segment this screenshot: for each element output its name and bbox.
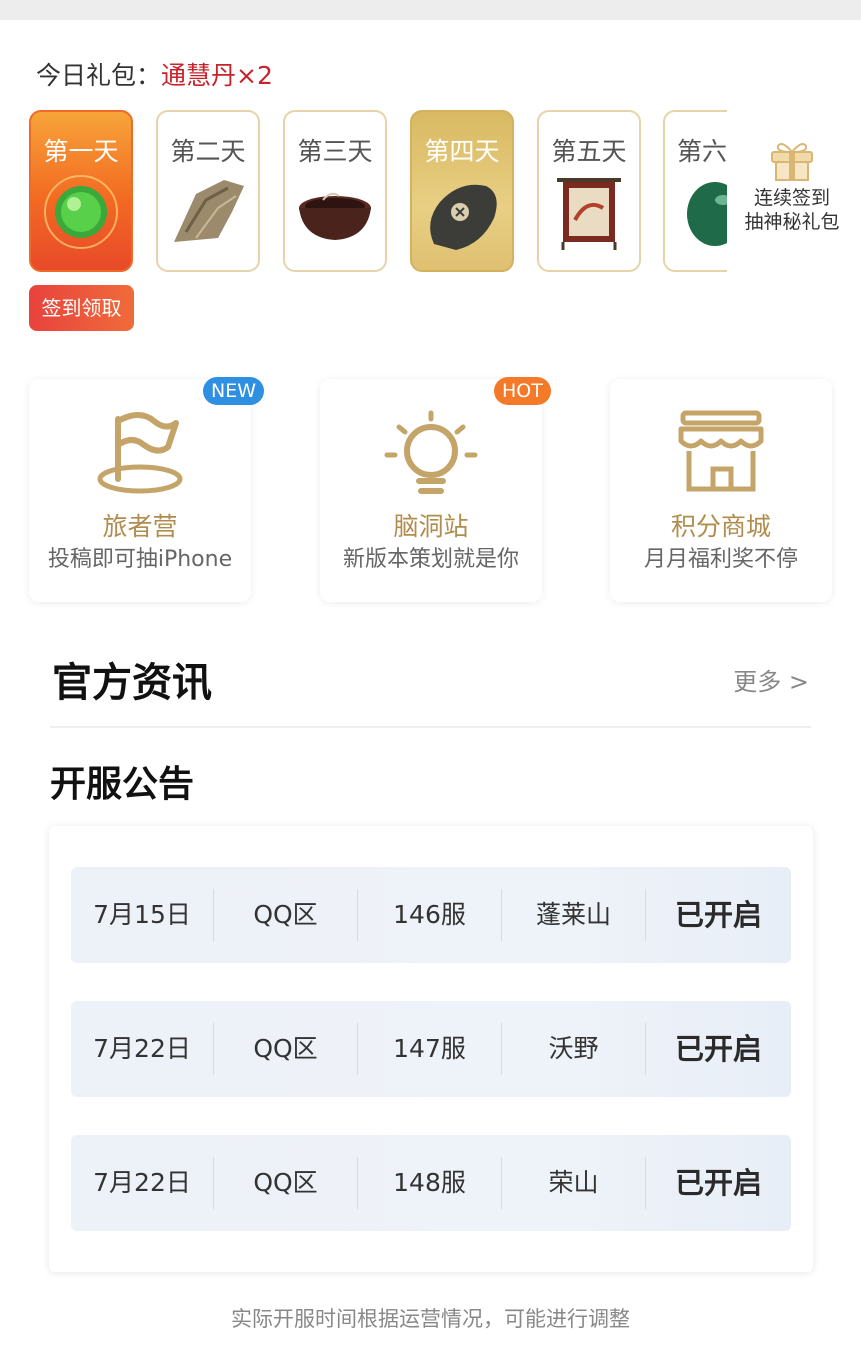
server-row[interactable]: 7月22日 QQ区 147服 沃野 已开启 bbox=[71, 1001, 791, 1097]
server-row[interactable]: 7月15日 QQ区 146服 蓬莱山 已开启 bbox=[71, 867, 791, 963]
server-zone: QQ区 bbox=[253, 1168, 318, 1197]
day-label: 第五天 bbox=[551, 137, 627, 166]
server-zone: QQ区 bbox=[253, 1034, 318, 1063]
hot-badge: HOT bbox=[494, 377, 551, 405]
server-date: 7月22日 bbox=[93, 1034, 191, 1063]
daily-gift-value: 通慧丹×2 bbox=[161, 61, 273, 90]
day-label: 第三天 bbox=[297, 137, 373, 166]
green-stone-icon bbox=[673, 172, 727, 256]
day-3-card[interactable]: 第三天 bbox=[283, 110, 387, 272]
banner-icon bbox=[547, 172, 631, 260]
lightbulb-icon bbox=[383, 407, 479, 501]
day-1-card[interactable]: 第一天 bbox=[29, 110, 133, 272]
feature-title: 积分商城 bbox=[670, 512, 771, 541]
day-5-card[interactable]: 第五天 bbox=[537, 110, 641, 272]
feature-card-points-mall[interactable]: 积分商城 月月福利奖不停 bbox=[610, 379, 832, 602]
jade-orb-icon bbox=[41, 172, 121, 256]
stone-token-icon bbox=[420, 172, 504, 260]
mystery-line-1: 连续签到 bbox=[753, 187, 830, 209]
day-label: 第一天 bbox=[43, 137, 119, 166]
divider bbox=[50, 726, 811, 728]
day-4-card[interactable]: 第四天 bbox=[410, 110, 514, 272]
sign-in-button[interactable]: 签到领取 bbox=[29, 285, 134, 331]
server-zone: QQ区 bbox=[253, 900, 318, 929]
server-name: 沃野 bbox=[548, 1034, 599, 1063]
server-time-footnote: 实际开服时间根据运营情况，可能进行调整 bbox=[231, 1307, 630, 1331]
shop-icon bbox=[675, 407, 767, 501]
feature-title: 脑洞站 bbox=[393, 512, 469, 541]
day-2-card[interactable]: 第二天 bbox=[156, 110, 260, 272]
server-status: 已开启 bbox=[674, 1032, 762, 1066]
server-notice-panel: 7月15日 QQ区 146服 蓬莱山 已开启 7月22日 QQ区 147服 沃野… bbox=[49, 826, 813, 1272]
sign-in-days: 第一天 第二天 第三天 第四天 第五天 第六 bbox=[0, 108, 727, 278]
status-bar bbox=[0, 0, 861, 20]
flag-icon bbox=[94, 407, 186, 501]
server-row[interactable]: 7月22日 QQ区 148服 荣山 已开启 bbox=[71, 1135, 791, 1231]
server-date: 7月22日 bbox=[93, 1168, 191, 1197]
gift-box-icon bbox=[732, 138, 852, 182]
daily-gift-label: 今日礼包：通慧丹×2 bbox=[36, 56, 273, 92]
dried-leaf-icon bbox=[166, 172, 250, 256]
server-date: 7月15日 bbox=[93, 900, 191, 929]
day-label: 第二天 bbox=[170, 137, 246, 166]
feature-subtitle: 投稿即可抽iPhone bbox=[47, 547, 233, 572]
server-status: 已开启 bbox=[674, 898, 762, 932]
day-label: 第四天 bbox=[424, 137, 500, 166]
new-badge: NEW bbox=[203, 377, 265, 405]
feature-subtitle: 新版本策划就是你 bbox=[342, 547, 519, 572]
day-label: 第六 bbox=[677, 137, 727, 166]
server-name: 荣山 bbox=[548, 1168, 599, 1197]
server-name: 蓬莱山 bbox=[535, 900, 611, 929]
more-link[interactable]: 更多 > bbox=[733, 662, 809, 697]
server-number: 148服 bbox=[393, 1168, 466, 1197]
server-status: 已开启 bbox=[674, 1166, 762, 1200]
feature-subtitle: 月月福利奖不停 bbox=[643, 547, 798, 572]
day-6-card[interactable]: 第六 bbox=[663, 110, 727, 272]
server-notice-title: 开服公告 bbox=[50, 764, 195, 805]
feature-title: 旅者营 bbox=[102, 512, 178, 541]
mystery-gift[interactable]: 连续签到 抽神秘礼包 bbox=[732, 138, 852, 234]
bowl-icon bbox=[293, 172, 377, 256]
daily-gift-prefix: 今日礼包： bbox=[36, 61, 162, 90]
feature-card-brainstorm-station[interactable]: HOT 脑洞站 新版本策划就是你 bbox=[320, 377, 551, 602]
server-number: 146服 bbox=[393, 900, 466, 929]
server-number: 147服 bbox=[393, 1034, 466, 1063]
news-section-title: 官方资讯 bbox=[52, 660, 212, 706]
mystery-line-2: 抽神秘礼包 bbox=[744, 211, 840, 233]
feature-card-travelers-camp[interactable]: NEW 旅者营 投稿即可抽iPhone bbox=[29, 377, 265, 602]
